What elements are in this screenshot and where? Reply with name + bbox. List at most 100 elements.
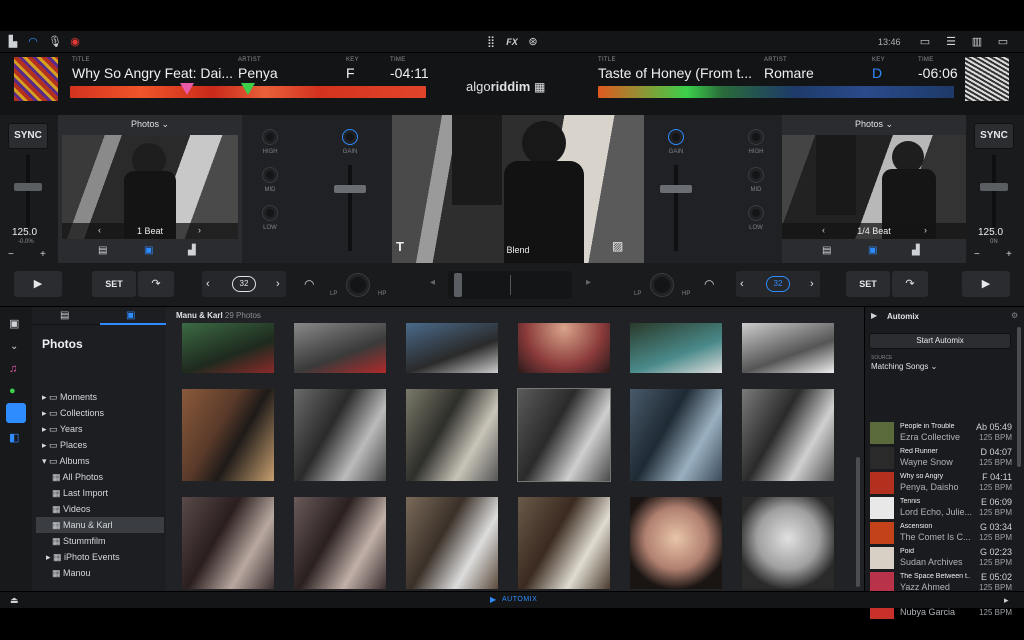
photo-thumbnail-selected[interactable] (517, 388, 611, 482)
right-mid-knob[interactable] (748, 167, 764, 183)
sidebar-item-all-photos[interactable]: ▦ All Photos (36, 469, 164, 485)
right-set-button[interactable]: SET (846, 271, 890, 297)
left-low-knob[interactable] (262, 205, 278, 221)
crossfader-handle[interactable] (454, 273, 462, 297)
sidebar-item-videos[interactable]: ▦ Videos (36, 501, 164, 517)
automix-scrollbar[interactable] (1017, 327, 1021, 467)
photo-thumbnail[interactable] (518, 497, 610, 589)
automix-source-select[interactable]: Matching Songs ⌄ (871, 362, 937, 371)
sidebar-item-iphoto-events[interactable]: ▸ ▦ iPhoto Events (36, 549, 164, 565)
fx-button[interactable]: FX (504, 35, 520, 49)
photo-thumbnail[interactable] (182, 389, 274, 481)
right-cue-headphones-icon[interactable]: ◠ (704, 277, 714, 291)
crossfader-left-icon[interactable]: ◂ (430, 277, 435, 288)
right-waveform[interactable] (598, 86, 954, 98)
photo-thumbnail[interactable] (630, 323, 722, 373)
left-set-button[interactable]: SET (92, 271, 136, 297)
sidebar-item-stummfilm[interactable]: ▦ Stummfilm (36, 533, 164, 549)
automix-track-row[interactable]: People in Trouble Ezra Collective Ab 05:49… (868, 421, 1016, 445)
photo-thumbnail[interactable] (742, 389, 834, 481)
layout-1-icon[interactable]: ▭ (918, 35, 932, 49)
sidebar-item-albums[interactable]: ▾ ▭ Albums (36, 453, 164, 469)
right-low-knob[interactable] (748, 205, 764, 221)
right-loop-prev-icon[interactable]: ‹ (740, 271, 744, 297)
left-eq-icon[interactable]: ▟ (188, 245, 196, 256)
right-loop-value[interactable]: 32 (766, 276, 790, 292)
left-filter-knob[interactable] (346, 273, 370, 297)
microphone-icon[interactable]: 🎙 (48, 35, 62, 49)
left-key[interactable]: F (346, 65, 355, 81)
start-automix-button[interactable]: Start Automix (869, 333, 1011, 349)
layout-2-icon[interactable]: ☰ (944, 35, 958, 49)
right-skip-icon[interactable]: ↷ (892, 271, 928, 297)
photo-thumbnail[interactable] (518, 323, 610, 373)
footer-left-icon[interactable]: ⏏ (10, 595, 19, 606)
finder-icon[interactable]: ◧ (9, 431, 19, 444)
left-loop-prev-icon[interactable]: ‹ (206, 271, 210, 297)
left-sync-button[interactable]: SYNC (8, 123, 48, 149)
photo-thumbnail[interactable] (742, 323, 834, 373)
crossfader-right-icon[interactable]: ▸ (586, 277, 591, 288)
collapse-icon[interactable]: ⌄ (10, 341, 18, 352)
spotify-icon[interactable]: ● (9, 385, 16, 397)
photo-thumbnail[interactable] (630, 389, 722, 481)
image-icon[interactable]: ▨ (612, 239, 623, 253)
footer-automix-label[interactable]: AUTOMIX (502, 596, 537, 603)
sidebar-item-collections[interactable]: ▸ ▭ Collections (36, 405, 164, 421)
right-sync-button[interactable]: SYNC (974, 123, 1014, 149)
photo-thumbnail[interactable] (294, 497, 386, 589)
left-volume-fader[interactable] (334, 185, 366, 193)
sidebar-item-manu-karl[interactable]: ▦ Manu & Karl (36, 517, 164, 533)
blend-label[interactable]: Blend (392, 245, 644, 255)
music-source-icon[interactable]: ♫ (9, 363, 17, 375)
sidebar-item-moments[interactable]: ▸ ▭ Moments (36, 389, 164, 405)
left-panel-header[interactable]: Photos ⌄ (58, 119, 242, 130)
right-filter-knob[interactable] (650, 273, 674, 297)
right-key[interactable]: D (872, 65, 882, 81)
right-beat-next-icon[interactable]: › (924, 225, 927, 235)
right-volume-fader[interactable] (660, 185, 692, 193)
left-pitch-minus-icon[interactable]: − (8, 249, 14, 260)
grid-scrollbar[interactable] (856, 457, 860, 587)
left-film-icon[interactable]: ▤ (98, 245, 107, 256)
left-gain-knob[interactable] (342, 129, 358, 145)
video-source-icon[interactable] (6, 403, 26, 423)
sidebar-item-places[interactable]: ▸ ▭ Places (36, 437, 164, 453)
automix-track-row[interactable]: Ascension The Comet Is C... G 03:34 125 BPM (868, 521, 1016, 545)
crossfader[interactable] (448, 271, 572, 299)
sidebar-item-manou[interactable]: ▦ Manou (36, 565, 164, 581)
photo-thumbnail[interactable] (182, 323, 274, 373)
automix-track-row[interactable]: Poid Sudan Archives G 02:23 125 BPM (868, 546, 1016, 570)
left-play-button[interactable]: ▶ (14, 271, 62, 297)
left-skip-icon[interactable]: ↷ (138, 271, 174, 297)
fullscreen-icon[interactable]: ▭ (996, 35, 1010, 49)
photo-thumbnail[interactable] (406, 497, 498, 589)
photo-thumbnail[interactable] (406, 323, 498, 373)
automix-track-row[interactable]: Red Runner Wayne Snow D 04:07 125 BPM (868, 446, 1016, 470)
record-icon[interactable]: ◉ (68, 35, 82, 49)
left-cue-headphones-icon[interactable]: ◠ (304, 277, 314, 291)
photos-source-icon[interactable]: ▣ (9, 317, 19, 330)
left-pitch-plus-icon[interactable]: + (40, 249, 46, 260)
right-film-icon[interactable]: ▤ (822, 245, 831, 256)
photo-thumbnail[interactable] (406, 389, 498, 481)
tab-video-icon[interactable]: ▤ (60, 310, 69, 321)
right-gain-knob[interactable] (668, 129, 684, 145)
right-pitch-plus-icon[interactable]: + (1006, 249, 1012, 260)
sidebar-item-years[interactable]: ▸ ▭ Years (36, 421, 164, 437)
sidebar-item-last-import[interactable]: ▦ Last Import (36, 485, 164, 501)
left-loop-next-icon[interactable]: › (276, 271, 280, 297)
right-panel-header[interactable]: Photos ⌄ (782, 119, 966, 130)
automix-track-row[interactable]: Why so Angry Penya, Daisho F 04:11 125 BPM (868, 471, 1016, 495)
layout-3-icon[interactable]: ▥ (970, 35, 984, 49)
right-pitch-minus-icon[interactable]: − (974, 249, 980, 260)
right-photo-icon[interactable]: ▣ (868, 245, 877, 256)
left-pitch-fader[interactable] (14, 183, 42, 191)
left-beat-next-icon[interactable]: › (198, 225, 201, 235)
levels-icon[interactable]: ▙ (6, 35, 20, 49)
automix-track-row[interactable]: Tennis Lord Echo, Julie... E 06:09 125 BPM (868, 496, 1016, 520)
headphones-icon[interactable]: ◠ (26, 35, 40, 49)
grid-icon[interactable]: ⣿ (484, 35, 498, 49)
footer-right-icon[interactable]: ▸ (1004, 595, 1009, 606)
photo-thumbnail[interactable] (294, 323, 386, 373)
